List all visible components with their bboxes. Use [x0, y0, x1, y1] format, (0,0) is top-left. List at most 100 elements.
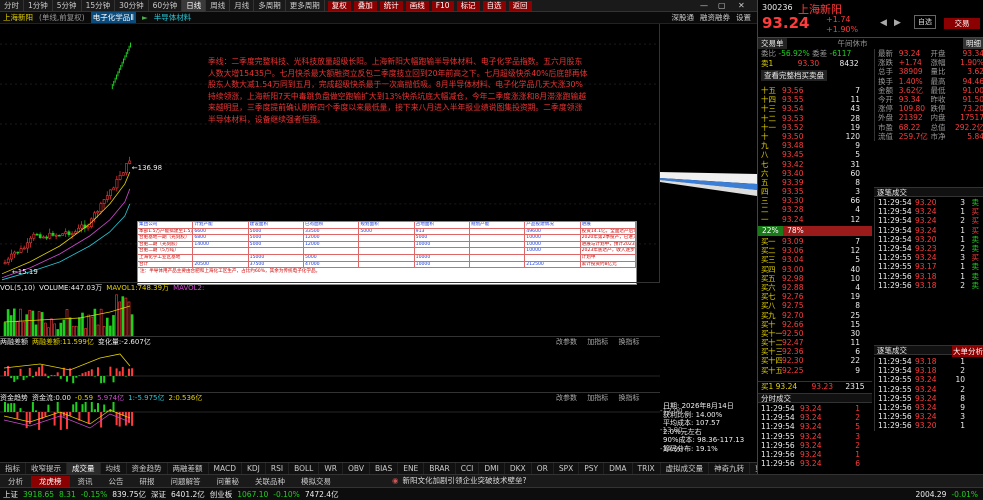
indicator-tab-8[interactable]: RSI: [266, 462, 290, 475]
period-3[interactable]: 15分钟: [82, 0, 116, 12]
bid-row[interactable]: 买一 93.09 7: [758, 237, 872, 246]
ask-row[interactable]: 三 93.30 66: [758, 196, 872, 205]
close-icon[interactable]: ✕: [738, 1, 745, 10]
period-4[interactable]: 30分钟: [115, 0, 149, 12]
add-favorite-button[interactable]: 自选: [914, 15, 936, 29]
subbar-link-2[interactable]: 设置: [736, 12, 751, 23]
indicator-tab-5[interactable]: 两融差额: [168, 462, 209, 475]
indicator-tab-7[interactable]: KDJ: [242, 462, 266, 475]
indicator-tab-18[interactable]: OR: [532, 462, 554, 475]
period-6[interactable]: 日线: [182, 0, 207, 12]
tool-6[interactable]: 自选: [482, 0, 506, 11]
trade-button[interactable]: 交易: [944, 18, 980, 29]
bid-row[interactable]: 买四 93.00 40: [758, 265, 872, 274]
bid-row[interactable]: 买五 92.98 10: [758, 274, 872, 283]
ask-row[interactable]: 十四 93.55 11: [758, 95, 872, 104]
indicator-tab-22[interactable]: TRIX: [633, 462, 661, 475]
ask-row[interactable]: 十一 93.52 19: [758, 123, 872, 132]
tool-1[interactable]: 叠加: [353, 0, 377, 11]
bid-row[interactable]: 买八 92.75 8: [758, 301, 872, 310]
period-8[interactable]: 月线: [230, 0, 255, 12]
indicator-tab-23[interactable]: 虚拟成交量: [661, 462, 710, 475]
margin-tool-0[interactable]: 改参数: [556, 338, 577, 346]
period-9[interactable]: 多周期: [254, 0, 286, 12]
margin-tool-1[interactable]: 加指标: [587, 338, 608, 346]
subbar-link-0[interactable]: 深股通: [672, 12, 695, 23]
ask-row[interactable]: 十五 93.56 7: [758, 86, 872, 95]
ask-row[interactable]: 四 93.35 3: [758, 187, 872, 196]
indicator-tab-12[interactable]: BIAS: [370, 462, 399, 475]
fund-tool-2[interactable]: 换指标: [618, 394, 639, 402]
indicator-tab-21[interactable]: DMA: [604, 462, 633, 475]
subbar-link-1[interactable]: 融资融券: [700, 12, 730, 23]
bottom-tab-5[interactable]: 问题解答: [163, 476, 209, 487]
bid-row[interactable]: 买十二 92.47 11: [758, 338, 872, 347]
big-order-button[interactable]: 大单分析: [952, 346, 983, 357]
indicator-tab-24[interactable]: 神奇九转: [709, 462, 751, 475]
period-1[interactable]: 1分钟: [24, 0, 53, 12]
ask-row[interactable]: 十 93.50 120: [758, 132, 872, 141]
tool-5[interactable]: 标记: [456, 0, 480, 11]
bottom-tab-3[interactable]: 公告: [101, 476, 132, 487]
news-ticker[interactable]: ◉ 新阳文化加剧引领企业突破技术壁垒?: [392, 475, 527, 486]
indicator-tab-11[interactable]: OBV: [343, 462, 370, 475]
bid-row[interactable]: 买十三 92.36 6: [758, 347, 872, 356]
indicator-tab-0[interactable]: 指标: [0, 462, 26, 475]
bottom-tab-6[interactable]: 问董秘: [209, 476, 248, 487]
tool-7[interactable]: 返回: [508, 0, 532, 11]
indicator-tab-1[interactable]: 收窄提示: [26, 462, 67, 475]
bottom-tab-7[interactable]: 关联品种: [247, 476, 293, 487]
tool-0[interactable]: 复权: [327, 0, 351, 11]
bid-row[interactable]: 买二 93.06 12: [758, 246, 872, 255]
period-0[interactable]: 分时: [0, 0, 24, 12]
indicator-tab-9[interactable]: BOLL: [289, 462, 320, 475]
ask-row[interactable]: 九 93.48 9: [758, 141, 872, 150]
bid-row[interactable]: 买三 93.04 5: [758, 255, 872, 264]
ask-row[interactable]: 十三 93.54 43: [758, 104, 872, 113]
bottom-tab-8[interactable]: 模拟交易: [293, 476, 339, 487]
bid-row[interactable]: 买十五 92.25 9: [758, 366, 872, 375]
tool-4[interactable]: F10: [431, 0, 454, 11]
ask-row[interactable]: 二 93.28 4: [758, 205, 872, 214]
indicator-tab-17[interactable]: DKX: [505, 462, 532, 475]
bid-row[interactable]: 买七 92.76 19: [758, 292, 872, 301]
bottom-tab-1[interactable]: 龙虎榜: [31, 475, 70, 487]
prev-stock-icon[interactable]: ◀: [880, 18, 887, 28]
indicator-tab-15[interactable]: CCI: [456, 462, 480, 475]
indicator-tab-13[interactable]: ENE: [398, 462, 425, 475]
ask-row[interactable]: 一 93.24 12: [758, 215, 872, 224]
period-10[interactable]: 更多周期: [286, 0, 325, 12]
ask-row[interactable]: 八 93.45 5: [758, 150, 872, 159]
indicator-tab-16[interactable]: DMI: [479, 462, 505, 475]
indicator-tab-20[interactable]: PSY: [579, 462, 605, 475]
ask-row[interactable]: 五 93.39 8: [758, 178, 872, 187]
bid-row[interactable]: 买十四 92.30 22: [758, 356, 872, 365]
full-book-link[interactable]: 查看完整档买卖盘: [761, 70, 827, 81]
sector-tag-2[interactable]: 半导体材料: [154, 12, 192, 23]
period-5[interactable]: 60分钟: [149, 0, 183, 12]
tool-3[interactable]: 画线: [405, 0, 429, 11]
ask-row[interactable]: 七 93.42 31: [758, 160, 872, 169]
margin-tool-2[interactable]: 换指标: [618, 338, 639, 346]
indicator-tab-19[interactable]: SPX: [554, 462, 580, 475]
bid-row[interactable]: 买六 92.88 4: [758, 283, 872, 292]
indicator-tab-4[interactable]: 资金趋势: [127, 462, 168, 475]
period-2[interactable]: 5分钟: [53, 0, 82, 12]
tab-order-book[interactable]: 交易单: [758, 38, 787, 49]
bottom-tab-4[interactable]: 研报: [132, 476, 163, 487]
maximize-icon[interactable]: ▢: [718, 1, 726, 10]
fund-tool-1[interactable]: 加指标: [587, 394, 608, 402]
ask-row[interactable]: 十二 93.53 28: [758, 114, 872, 123]
fund-tool-0[interactable]: 改参数: [556, 394, 577, 402]
next-stock-icon[interactable]: ▶: [894, 18, 901, 28]
tool-2[interactable]: 统计: [379, 0, 403, 11]
bottom-tab-0[interactable]: 分析: [0, 476, 31, 487]
bid-row[interactable]: 买十 92.66 15: [758, 320, 872, 329]
ask-row[interactable]: 六 93.40 60: [758, 169, 872, 178]
tab-detail[interactable]: 明细: [963, 38, 983, 49]
indicator-tab-10[interactable]: WR: [319, 462, 343, 475]
bid-row[interactable]: 买十一 92.50 30: [758, 329, 872, 338]
period-7[interactable]: 周线: [206, 0, 231, 12]
sector-tag-1[interactable]: 电子化学品Ⅱ: [90, 12, 136, 23]
minimize-icon[interactable]: —: [700, 1, 708, 10]
